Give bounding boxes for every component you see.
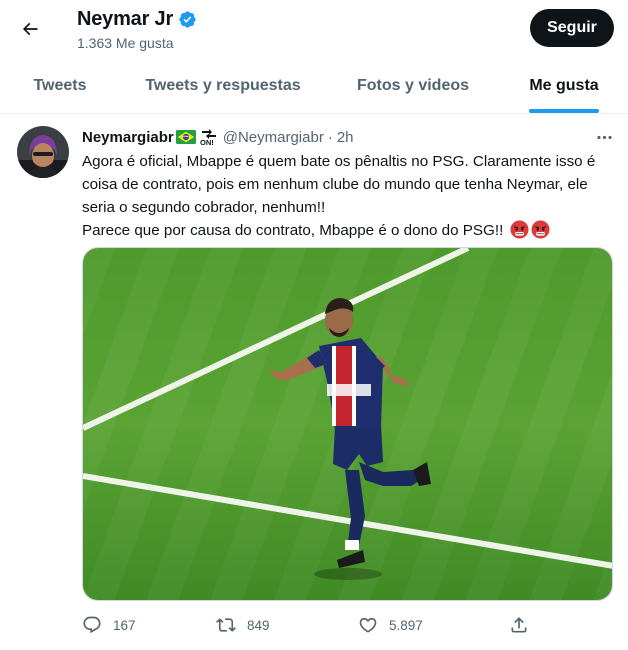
reply-icon xyxy=(83,616,101,634)
more-dots-icon xyxy=(596,135,612,139)
tweet-text-paragraph-2: Parece que por causa do contrato, Mbappe… xyxy=(82,219,617,242)
football-player-photo-icon xyxy=(83,248,612,600)
tweet-media-image[interactable] xyxy=(82,247,613,601)
tweet-author-name[interactable]: Neymargiabr xyxy=(82,129,174,146)
tweet[interactable]: Neymargiabr ON! @Neymargiabr · 2h Agora … xyxy=(0,115,628,650)
back-button[interactable] xyxy=(14,13,46,45)
tweet-header: Neymargiabr ON! @Neymargiabr · 2h xyxy=(82,128,354,148)
retweet-button[interactable]: 849 xyxy=(216,615,270,635)
profile-name-text: Neymar Jr xyxy=(77,8,174,30)
like-button[interactable]: 5.897 xyxy=(358,615,423,635)
tab-tweets-replies[interactable]: Tweets y respuestas xyxy=(140,58,306,114)
avatar[interactable] xyxy=(17,126,69,178)
reply-button[interactable]: 167 xyxy=(82,615,136,635)
angry-face-emoji-icon xyxy=(510,220,529,239)
tweet-author-handle[interactable]: @Neymargiabr xyxy=(223,129,324,146)
tweet-text-paragraph-2-text: Parece que por causa do contrato, Mbappe… xyxy=(82,222,504,239)
share-button[interactable] xyxy=(509,615,529,635)
reply-count: 167 xyxy=(113,617,136,633)
svg-text:ON!: ON! xyxy=(200,138,214,146)
tab-likes[interactable]: Me gusta xyxy=(522,58,606,114)
retweet-icon xyxy=(216,618,236,632)
share-icon xyxy=(511,617,527,633)
profile-tabs: Tweets Tweets y respuestas Fotos y video… xyxy=(0,58,628,114)
profile-title: Neymar Jr xyxy=(77,8,197,31)
separator-dot: · xyxy=(327,128,333,146)
more-options-button[interactable] xyxy=(591,127,617,147)
tweet-timestamp[interactable]: 2h xyxy=(337,129,354,146)
arrow-left-icon xyxy=(22,22,38,36)
follow-button[interactable]: Seguir xyxy=(530,9,614,47)
tweet-text: Agora é oficial, Mbappe é quem bate os p… xyxy=(82,150,617,242)
brazil-flag-icon xyxy=(175,130,196,144)
tweet-actions: 167 849 5.897 xyxy=(82,615,542,639)
like-count: 5.897 xyxy=(389,617,423,633)
retweet-count: 849 xyxy=(247,617,270,633)
verified-badge-icon xyxy=(178,10,197,29)
tab-tweets[interactable]: Tweets xyxy=(16,58,104,114)
profile-header: Neymar Jr 1.363 Me gusta Seguir xyxy=(0,0,628,58)
tab-photos-videos[interactable]: Fotos y videos xyxy=(350,58,476,114)
likes-count: 1.363 Me gusta xyxy=(77,35,174,51)
tweet-text-paragraph-1: Agora é oficial, Mbappe é quem bate os p… xyxy=(82,153,596,216)
heart-icon xyxy=(359,617,377,633)
active-tab-indicator xyxy=(529,109,599,113)
on-arrow-badge-icon: ON! xyxy=(199,128,219,147)
angry-face-emoji-icon xyxy=(531,220,550,239)
